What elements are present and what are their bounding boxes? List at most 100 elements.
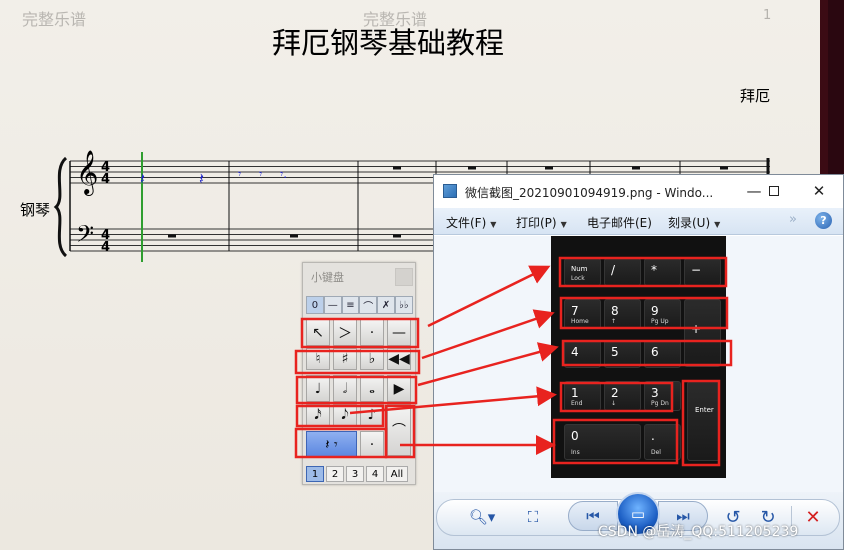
numpad-key-3: 3 Pg Dn [644,381,681,411]
keypad-key-flat[interactable]: ♭ [360,348,384,370]
bass-timesig-bottom: 4 [101,240,110,255]
keypad-tabs: 0 — ≡ ⌒ ✗ ♭♭ [306,296,413,314]
close-button[interactable]: ✕ [805,180,833,202]
keypad-row-5: 𝄽 𝄾 · [303,431,417,459]
whole-rest-icon[interactable] [720,166,728,170]
numpad-key-1: 1 End [564,381,601,411]
numpad-key-minus: − [684,258,721,286]
numpad-key-sublabel: Lock [571,275,585,282]
numpad-key-divide: / [604,258,641,286]
help-icon[interactable]: ? [815,212,832,229]
whole-rest-icon[interactable] [168,234,176,238]
keypad-key-tenuto[interactable]: — [387,319,411,346]
menu-burn-label: 刻录(U) [668,216,711,230]
keypad-key-rest[interactable]: 𝄽 𝄾 [306,431,357,458]
numpad-key-sublabel: Pg Dn [651,400,669,407]
numpad-key-label: 6 [651,345,659,359]
keypad-key-whole-note[interactable]: 𝅝 [360,375,384,402]
actual-size-button[interactable]: ⛶ [522,505,544,529]
keypad-key-staccato[interactable]: · [360,319,384,346]
whole-rest-icon[interactable] [393,166,401,170]
keypad-close-button[interactable] [395,268,413,286]
keypad-tab-jazz[interactable]: ✗ [377,296,395,314]
keypad-key-eighth[interactable]: ♪ [360,404,384,426]
keypad-key-rewind[interactable]: ◀◀ [387,348,411,370]
keypad-layout-pages: 1 2 3 4 All [306,466,414,482]
numpad-key-label: 0 [571,429,579,443]
menu-email[interactable]: 电子邮件(E) [587,214,652,231]
menu-file-label: 文件(F) [446,216,487,230]
eighth-rest-icon[interactable]: 𝄾. [280,167,287,181]
menu-email-label: 电子邮件(E) [587,216,652,230]
keypad-palette[interactable]: 小键盘 0 — ≡ ⌒ ✗ ♭♭ ↖ ＞ · — ♮ ♯ ♭ ◀◀ ♩ 𝅗𝅥 𝅝… [302,262,416,485]
quarter-rest-icon[interactable]: 𝄽 [140,169,145,188]
zoom-button[interactable]: 🔍︎▾ [467,505,497,529]
numpad-key-sublabel: Del [651,449,661,456]
numpad-key-4: 4 [564,340,601,368]
keypad-page-4[interactable]: 4 [366,466,384,482]
numpad-key-sublabel: Ins [571,449,580,456]
keypad-tab-accidentals[interactable]: ♭♭ [394,296,413,314]
whole-rest-icon[interactable] [468,166,476,170]
keypad-key-half-note[interactable]: 𝅗𝅥 [333,375,357,402]
menu-file[interactable]: 文件(F) ▼ [446,214,496,231]
whole-rest-icon[interactable] [290,234,298,238]
keypad-tab-articulations[interactable]: ⌒ [359,296,378,314]
keypad-tab-tremolo[interactable]: ≡ [341,296,360,314]
treble-timesig-bottom: 4 [101,172,110,187]
chevron-down-icon: ▼ [490,220,497,229]
keypad-row-2: ♮ ♯ ♭ ◀◀ [303,348,417,376]
eighth-rest-icon[interactable]: 𝄾 [238,167,241,181]
viewer-titlebar[interactable]: 微信截图_20210901094919.png - Windo... — ✕ [434,175,843,208]
zoom-icon: 🔍︎▾ [468,508,496,526]
eighth-rest-icon[interactable]: 𝄾 [259,167,262,181]
keypad-key-eighth-note[interactable]: 𝅘𝅥𝅮 [333,404,357,426]
delete-icon: ✕ [805,506,821,528]
keypad-page-3[interactable]: 3 [346,466,364,482]
numpad-key-multiply: * [644,258,681,286]
keypad-key-quarter-note[interactable]: ♩ [306,375,330,402]
credit-watermark: CSDN @岳涛_QQ:511205239 [598,524,799,540]
menu-burn[interactable]: 刻录(U) ▼ [668,214,720,231]
keypad-key-play[interactable]: ▶ [387,375,411,402]
keypad-key-sharp[interactable]: ♯ [333,348,357,370]
keypad-page-2[interactable]: 2 [326,466,344,482]
menu-print[interactable]: 打印(P) ▼ [516,214,567,231]
maximize-button[interactable] [760,180,788,202]
keypad-tab-notes[interactable]: 0 [306,296,324,314]
keypad-key-select[interactable]: ↖ [306,319,330,346]
numpad-key-label: 8 [611,304,619,318]
numpad-key-plus: + [684,299,721,367]
more-menu-icon[interactable]: » [789,212,797,227]
whole-rest-icon[interactable] [393,234,401,238]
brace-icon [53,156,68,258]
bass-clef-icon: 𝄢 [76,220,94,253]
chevron-down-icon: ▼ [560,220,567,229]
numpad-key-label: 5 [611,345,619,359]
keypad-row-1: ↖ ＞ · — [303,319,417,347]
quarter-rest-icon[interactable]: 𝄽 [199,169,204,188]
keypad-page-all[interactable]: All [386,466,408,482]
whole-rest-icon[interactable] [632,166,640,170]
numpad-key-decimal: . Del [644,424,681,460]
keypad-key-natural[interactable]: ♮ [306,348,330,370]
viewer-title: 微信截图_20210901094919.png - Windo... [465,186,714,200]
numpad-key-label: 7 [571,304,579,318]
delete-button[interactable]: ✕ [801,505,825,529]
keypad-tab-beams[interactable]: — [323,296,342,314]
whole-rest-icon[interactable] [545,166,553,170]
keypad-key-accent[interactable]: ＞ [333,319,357,346]
numpad-key-label: + [691,322,702,336]
fit-window-icon: ⛶ [527,508,539,526]
numpad-key-label: 3 [651,386,659,400]
keypad-key-sixteenth-note[interactable]: 𝅘𝅥𝅯 [306,404,330,426]
numpad-key-5: 5 [604,340,641,368]
maximize-icon [769,186,779,196]
keypad-row-4: 𝅘𝅥𝅯 𝅘𝅥𝅮 ♪ ⌒ [303,404,417,456]
keypad-title: 小键盘 [311,271,344,284]
numpad-key-6: 6 [644,340,681,368]
numpad-key-label: Num [571,265,588,273]
keypad-page-1[interactable]: 1 [306,466,324,482]
keypad-key-dot[interactable]: · [360,431,384,458]
numpad-key-label: . [651,429,655,443]
